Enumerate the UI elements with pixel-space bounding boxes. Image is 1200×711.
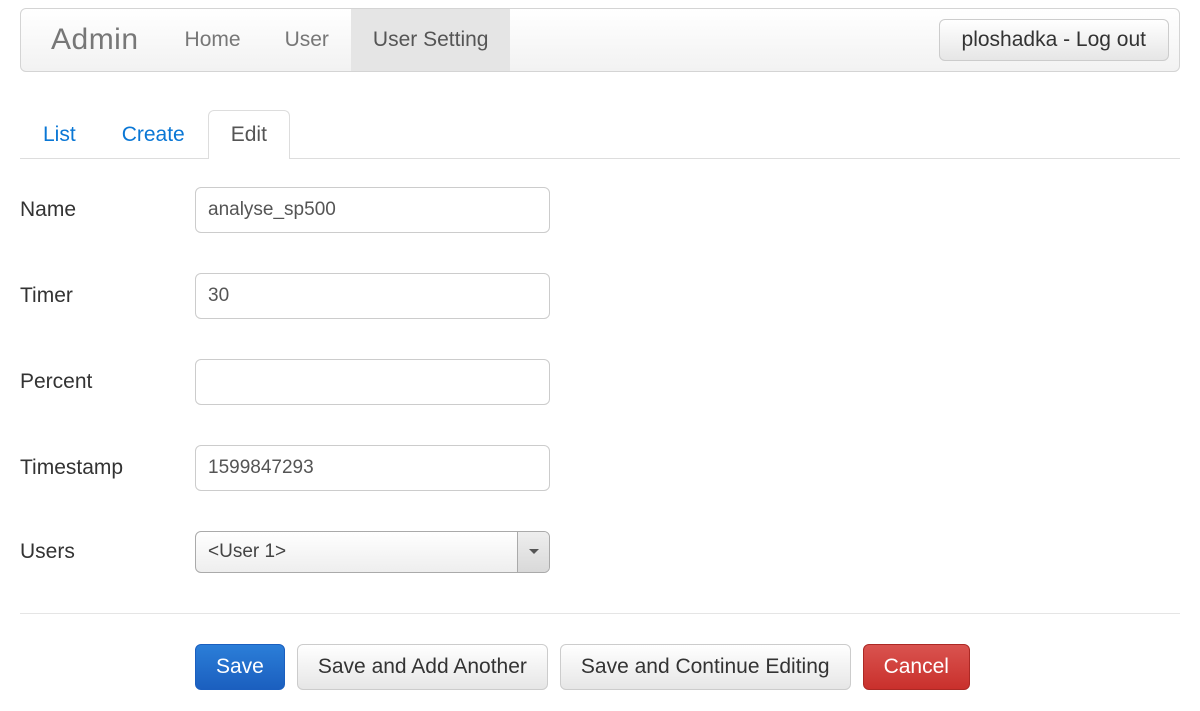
top-navbar: Admin Home User User Setting ploshadka -… (20, 8, 1180, 72)
save-add-another-button[interactable]: Save and Add Another (297, 644, 548, 690)
logout-button[interactable]: ploshadka - Log out (939, 19, 1169, 61)
percent-label: Percent (20, 370, 195, 394)
form-actions: Save Save and Add Another Save and Conti… (20, 644, 1180, 690)
timestamp-label: Timestamp (20, 456, 195, 480)
save-continue-button[interactable]: Save and Continue Editing (560, 644, 851, 690)
nav-item-home[interactable]: Home (163, 9, 263, 71)
tab-create[interactable]: Create (99, 110, 208, 159)
nav-item-user[interactable]: User (263, 9, 351, 71)
name-input[interactable] (195, 187, 550, 233)
timer-label: Timer (20, 284, 195, 308)
timestamp-input[interactable] (195, 445, 550, 491)
brand[interactable]: Admin (31, 23, 163, 57)
name-label: Name (20, 198, 195, 222)
chevron-down-icon (517, 532, 549, 572)
tab-list[interactable]: List (20, 110, 99, 159)
users-label: Users (20, 540, 195, 564)
cancel-button[interactable]: Cancel (863, 644, 970, 690)
edit-form: Name Timer Percent Timestamp Users <User… (20, 187, 1180, 573)
percent-input[interactable] (195, 359, 550, 405)
users-select[interactable]: <User 1> (195, 531, 550, 573)
timer-input[interactable] (195, 273, 550, 319)
save-button[interactable]: Save (195, 644, 285, 690)
tab-edit[interactable]: Edit (208, 110, 290, 159)
users-selected-value: <User 1> (196, 532, 517, 572)
tabs: List Create Edit (20, 110, 1180, 159)
divider (20, 613, 1180, 614)
nav-item-user-setting[interactable]: User Setting (351, 9, 511, 71)
